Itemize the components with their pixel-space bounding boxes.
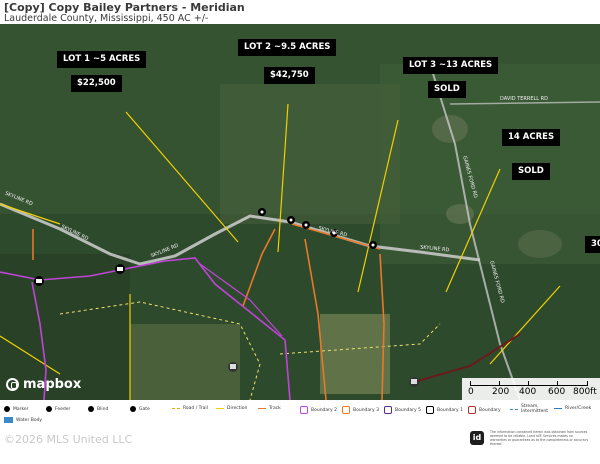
header: [Copy] Copy Bailey Partners - Meridian L… [0,0,600,24]
boundary-1-icon [426,406,434,414]
footer: ©2026 MLS United LLC id The information … [0,426,600,464]
legend-item-blind: Blind [88,406,108,412]
lot-1-price[interactable]: $22,500 [71,75,122,92]
road-trail-icon [172,408,180,409]
legend-item-boundary-5: Boundary 5 [384,406,421,414]
legend-item-boundary-2: Boundary 2 [300,406,337,414]
gate-icon[interactable] [115,264,125,274]
marker-icon[interactable] [302,221,310,229]
land-id-logo: id [470,431,484,445]
direction-icon [216,407,224,410]
marker-icon[interactable] [369,241,377,249]
boundary-icon [468,406,476,414]
lot-5-label-partial[interactable]: 30 [585,236,600,253]
map-view[interactable]: SKYLINE RD SKYLINE RD SKYLINE RD SKYLINE… [0,24,600,400]
stream-intermittent-icon [510,408,518,410]
legend-item-stream-intermittent: Stream, Intermittent [510,404,548,414]
blind-icon[interactable] [409,377,419,387]
gate-icon [130,406,136,412]
river-creek-icon [554,407,562,410]
page-subtitle: Lauderdale County, Mississippi, 450 AC +… [4,13,209,24]
lot-3-status[interactable]: SOLD [428,81,466,98]
scale-bar: 0 200 400 600 800ft [462,378,600,400]
copyright-text: ©2026 MLS United LLC [4,433,133,446]
boundary-2-icon [300,406,308,414]
water-body-icon [4,417,13,423]
legend-item-feeder: Feeder [46,406,70,412]
legend-item-river-creek: River/Creek [554,406,591,411]
legend-item-boundary-1: Boundary 1 [426,406,463,414]
legend-item-gate: Gate [130,406,150,412]
scale-label: 0 [468,387,474,397]
scale-label: 600 [548,387,566,397]
lot-2-label[interactable]: LOT 2 ~9.5 ACRES [238,39,337,56]
scale-label: 800ft [573,387,597,397]
lot-4-label[interactable]: 14 ACRES [502,129,561,146]
scale-label: 400 [519,387,537,397]
legend-item-track: Track [258,406,281,411]
blind-icon[interactable] [228,362,238,372]
scale-tick [499,381,500,386]
legend-item-boundary: Boundary [468,406,501,414]
mapbox-logo-icon [6,378,19,391]
scale-tick [557,381,558,386]
marker-icon[interactable] [258,208,266,216]
boundary-3-icon [342,406,350,414]
marker-icon[interactable] [287,216,295,224]
lot-3-label[interactable]: LOT 3 ~13 ACRES [403,57,499,74]
boundary-5-icon [384,406,392,414]
scale-tick [528,381,529,386]
lot-2-price[interactable]: $42,750 [264,67,315,84]
mapbox-attribution[interactable]: mapbox [6,377,81,392]
blind-icon [88,406,94,412]
disclaimer-text: The information contained herein was obt… [490,430,589,446]
marker-icon [4,406,10,412]
legend-item-marker: Marker [4,406,29,412]
feeder-icon [46,406,52,412]
legend-item-water-body: Water Body [4,417,42,423]
lot-1-label[interactable]: LOT 1 ~5 ACRES [57,51,147,68]
mapbox-text: mapbox [23,377,82,392]
legend-item-road-trail: Road / Trail [172,406,208,411]
legend-item-direction: Direction [216,406,247,411]
legend-item-boundary-3: Boundary 3 [342,406,379,414]
lot-4-status[interactable]: SOLD [512,163,550,180]
road-label: DAVID TERRELL RD [500,96,549,102]
scale-label: 200 [492,387,510,397]
track-icon [258,407,266,410]
map-legend: Marker Feeder Blind Gate Road / Trail Di… [0,400,600,426]
gate-icon[interactable] [34,276,44,286]
scale-bar-line [470,381,588,386]
